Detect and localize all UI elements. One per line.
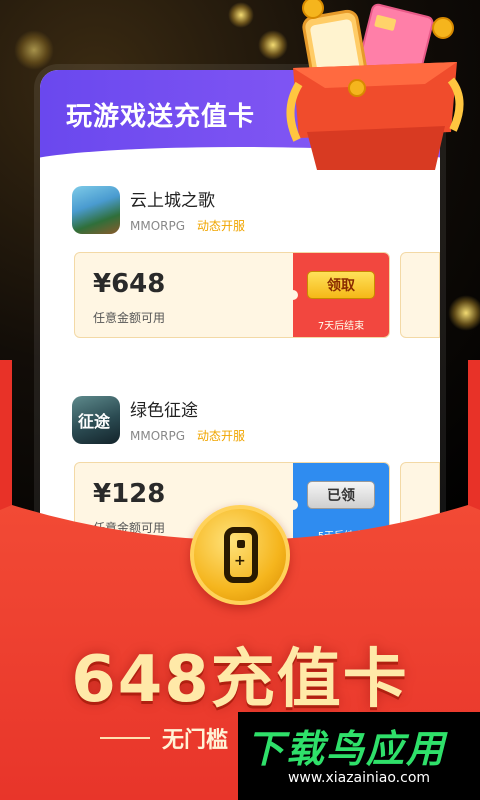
- game-row[interactable]: 征途 绿色征途 MMORPG 动态开服: [72, 396, 245, 444]
- coin-button[interactable]: [190, 505, 290, 605]
- gift-box-icon: [286, 0, 464, 170]
- coupon-amount: ¥128: [93, 479, 166, 509]
- phone-plus-icon: [224, 527, 258, 583]
- game-icon: [72, 186, 120, 234]
- divider: [100, 737, 150, 739]
- claimed-button[interactable]: 已领: [307, 481, 375, 509]
- coupon-action-panel: 领取 7天后结束: [288, 253, 389, 337]
- game-name: 云上城之歌: [130, 191, 215, 211]
- coupon-note: 7天后结束: [317, 321, 365, 332]
- bokeh-light: [448, 295, 480, 331]
- promo-title: 648充值卡: [71, 643, 409, 717]
- bokeh-light: [258, 30, 288, 60]
- coupon-amount: ¥648: [93, 269, 166, 299]
- game-genre: MMORPG: [130, 219, 186, 233]
- card-title: 玩游戏送充值卡: [66, 102, 256, 132]
- next-coupon-peek[interactable]: [400, 252, 440, 338]
- game-tag: 动态开服: [197, 219, 246, 233]
- claim-button[interactable]: 领取: [307, 271, 375, 299]
- bokeh-light: [14, 30, 54, 70]
- game-tag: 动态开服: [197, 429, 246, 443]
- coupon: ¥648 任意金额可用 领取 7天后结束: [74, 252, 390, 338]
- game-meta: MMORPG 动态开服: [130, 217, 245, 234]
- game-genre: MMORPG: [130, 429, 186, 443]
- coupon-desc: 任意金额可用: [93, 311, 166, 325]
- bokeh-light: [228, 2, 254, 28]
- game-meta: MMORPG 动态开服: [130, 427, 245, 444]
- watermark: 下载鸟应用 www.xiazainiao.com: [238, 712, 480, 800]
- watermark-text: 下载鸟应用: [246, 727, 447, 771]
- game-icon-text: 征途: [78, 412, 111, 431]
- game-name: 绿色征途: [130, 401, 198, 421]
- watermark-url: www.xiazainiao.com: [287, 770, 431, 786]
- game-row[interactable]: 云上城之歌 MMORPG 动态开服: [72, 186, 245, 234]
- game-icon: 征途: [72, 396, 120, 444]
- subtitle-row: 无门槛: [100, 722, 228, 754]
- promo-subtitle: 无门槛: [162, 728, 229, 753]
